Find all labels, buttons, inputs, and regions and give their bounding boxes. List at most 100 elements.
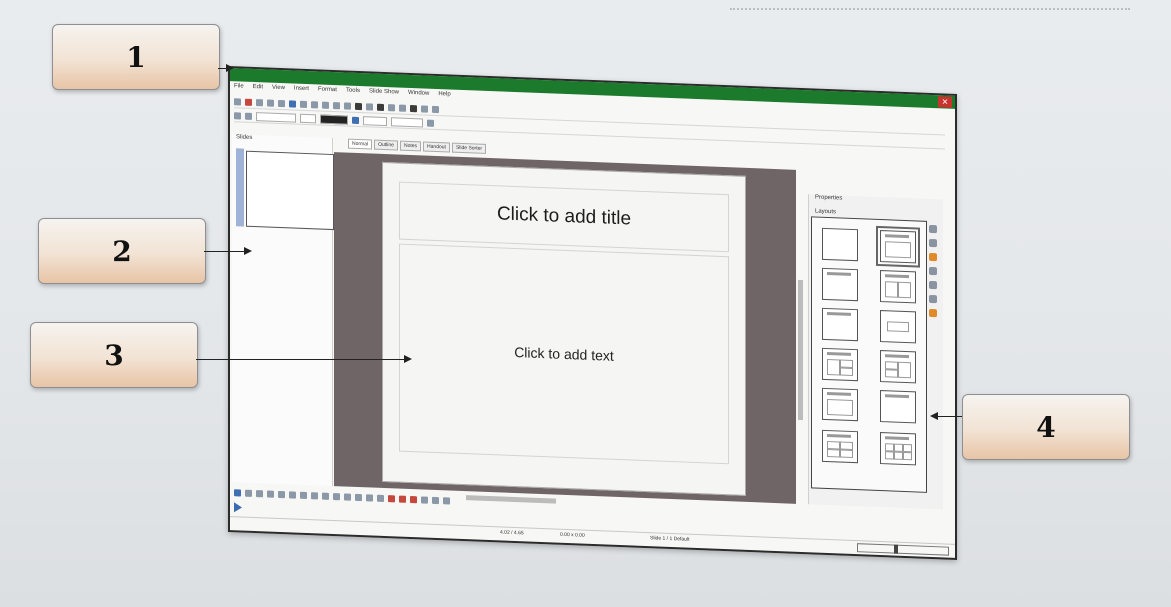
layout-blank[interactable] — [822, 227, 858, 262]
menu-tools[interactable]: Tools — [346, 88, 360, 99]
stars-icon[interactable] — [377, 494, 384, 502]
play-icon[interactable] — [234, 502, 242, 513]
rectangle-tool-icon[interactable] — [267, 489, 274, 498]
select-icon[interactable] — [234, 111, 241, 119]
callout-3-arrow — [196, 355, 412, 363]
paste-icon[interactable] — [322, 101, 329, 109]
animation-icon[interactable] — [929, 252, 937, 262]
fill-color-select[interactable] — [391, 116, 423, 127]
redo-icon[interactable] — [344, 101, 351, 110]
print-icon[interactable] — [278, 99, 285, 107]
shadow-tool-icon[interactable] — [443, 496, 450, 505]
fontwork-icon[interactable] — [388, 494, 395, 502]
slide-icon[interactable] — [410, 104, 417, 112]
flowchart-icon[interactable] — [355, 493, 362, 501]
text-tool-icon[interactable] — [289, 490, 296, 499]
select-tool-icon[interactable] — [234, 488, 241, 496]
callouts-icon[interactable] — [366, 493, 373, 502]
menu-help[interactable]: Help — [438, 91, 450, 101]
tab-slide-sorter[interactable]: Slide Sorter — [451, 142, 487, 154]
chart-icon[interactable] — [377, 103, 384, 111]
navigator-icon[interactable] — [929, 308, 937, 318]
layout-title-2-content-over[interactable] — [822, 387, 858, 422]
line-tool-icon[interactable] — [245, 489, 252, 497]
line-color-select[interactable] — [320, 114, 348, 125]
line-width-field[interactable] — [300, 113, 316, 123]
master-slides-icon[interactable] — [929, 238, 937, 248]
extrusion-icon[interactable] — [410, 495, 417, 503]
view-tabs: Normal Outline Notes Handout Slide Sorte… — [348, 138, 487, 154]
zoom-slider[interactable] — [857, 543, 949, 556]
block-arrows-icon[interactable] — [344, 492, 351, 501]
3d-objects-icon[interactable] — [399, 495, 406, 503]
textbox-icon[interactable] — [388, 103, 395, 111]
slides-pane: Slides — [232, 134, 334, 487]
tab-handout[interactable]: Handout — [423, 141, 450, 153]
basic-shapes-icon[interactable] — [322, 492, 329, 500]
menu-edit[interactable]: Edit — [253, 84, 263, 94]
image-icon[interactable] — [366, 102, 373, 111]
table-icon[interactable] — [355, 102, 362, 110]
layout-centered-text[interactable] — [822, 307, 858, 342]
shapes-icon[interactable] — [432, 105, 439, 113]
export-pdf-icon[interactable] — [267, 98, 274, 107]
title-placeholder[interactable]: Click to add title — [399, 181, 729, 253]
fill-select[interactable] — [363, 115, 387, 126]
line-style-select[interactable] — [256, 111, 296, 123]
zoom-knob[interactable] — [894, 544, 898, 554]
gallery-icon[interactable] — [929, 294, 937, 304]
layout-title-4-content[interactable] — [822, 429, 858, 464]
menu-slide-show[interactable]: Slide Show — [369, 88, 399, 99]
menu-insert[interactable]: Insert — [294, 86, 309, 97]
layout-title-6-content[interactable] — [880, 432, 916, 466]
properties-deck-icon[interactable] — [929, 224, 937, 234]
curve-tool-icon[interactable] — [300, 491, 307, 499]
cut-icon[interactable] — [300, 100, 307, 108]
new-icon[interactable] — [234, 97, 241, 105]
spellcheck-icon[interactable] — [289, 99, 296, 108]
arrow-tool-icon[interactable] — [256, 489, 263, 497]
layout-title-content-over[interactable] — [880, 390, 916, 424]
connector-tool-icon[interactable] — [311, 491, 318, 499]
slide-thumbnail[interactable] — [246, 150, 334, 231]
tab-outline[interactable]: Outline — [374, 139, 398, 151]
properties-title: Properties — [815, 194, 843, 202]
slide-canvas[interactable]: Click to add title Click to add text — [382, 161, 746, 496]
area-icon[interactable] — [352, 116, 359, 124]
symbol-shapes-icon[interactable] — [333, 492, 340, 500]
content-placeholder[interactable]: Click to add text — [399, 243, 729, 465]
ellipse-tool-icon[interactable] — [278, 490, 285, 498]
arrow-style-icon[interactable] — [245, 112, 252, 120]
slides-pane-title: Slides — [236, 134, 253, 141]
tab-notes[interactable]: Notes — [399, 140, 422, 152]
menu-file[interactable]: File — [234, 83, 244, 93]
menu-format[interactable]: Format — [318, 86, 337, 97]
callout-2: 2 — [38, 218, 206, 284]
line-icon[interactable] — [421, 104, 428, 113]
menu-window[interactable]: Window — [408, 90, 429, 101]
shadow-icon[interactable] — [427, 119, 434, 127]
layout-title-content[interactable] — [876, 225, 920, 268]
save-icon[interactable] — [256, 98, 263, 106]
callout-4-arrow — [930, 412, 962, 420]
status-bar: 4.02 / 4.65 0.00 x 0.00 Slide 1 / 1 Defa… — [230, 516, 955, 557]
vertical-scrollbar[interactable] — [798, 279, 803, 421]
open-icon[interactable] — [245, 98, 252, 106]
align-icon[interactable] — [421, 495, 428, 504]
status-position: 4.02 / 4.65 — [500, 529, 524, 537]
layout-title-2-content-b[interactable] — [880, 350, 916, 384]
close-button[interactable]: ✕ — [938, 96, 952, 108]
undo-icon[interactable] — [333, 101, 340, 109]
tab-normal[interactable]: Normal — [348, 138, 373, 150]
styles-icon[interactable] — [929, 280, 937, 290]
transition-icon[interactable] — [929, 266, 937, 276]
page-dotted-rule — [730, 8, 1130, 10]
layout-title-2-content[interactable] — [880, 270, 916, 304]
menu-view[interactable]: View — [272, 85, 285, 95]
layout-title-slide[interactable] — [880, 310, 916, 344]
layout-title-only[interactable] — [822, 267, 858, 302]
arrange-icon[interactable] — [432, 496, 439, 504]
copy-icon[interactable] — [311, 100, 318, 108]
layout-title-content-2[interactable] — [822, 347, 858, 382]
start-slideshow-icon[interactable] — [399, 104, 406, 112]
